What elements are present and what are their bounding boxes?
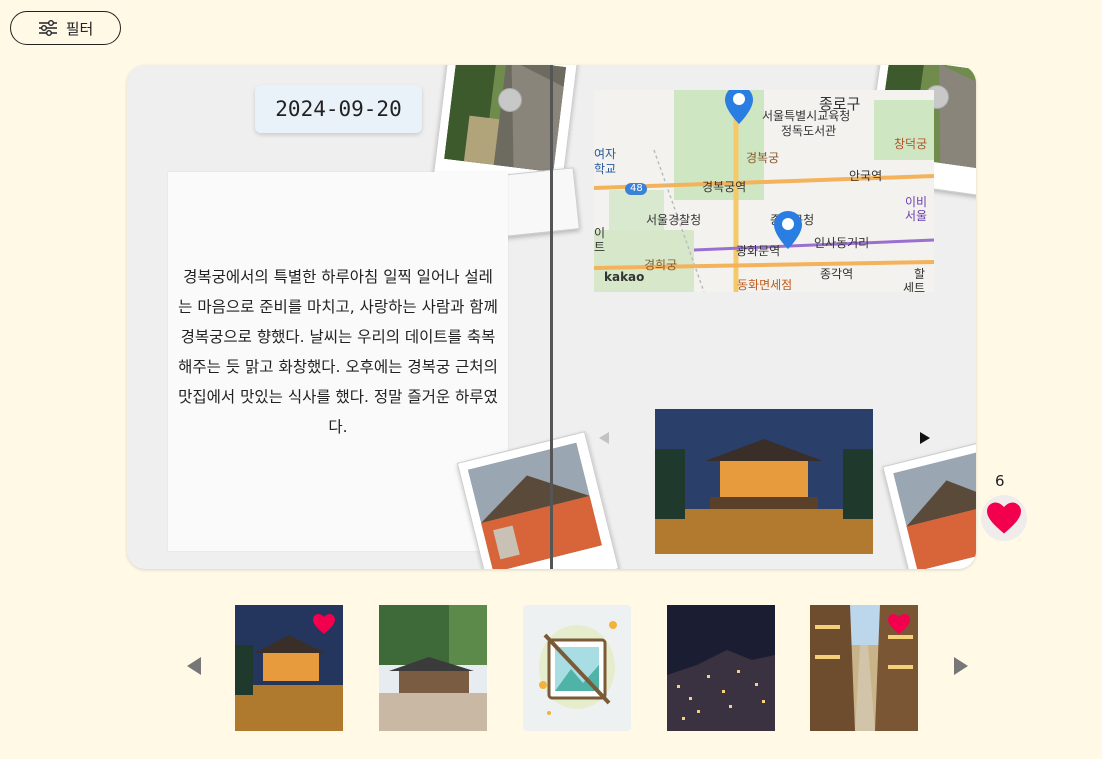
prev-photo-arrow-icon[interactable] [597, 430, 611, 446]
thumbnail-city-night[interactable] [667, 605, 775, 731]
next-photo-arrow-icon[interactable] [918, 430, 932, 446]
thumbnail-temple-day[interactable] [379, 605, 487, 731]
map-label: 학교 [594, 162, 617, 176]
heart-icon [888, 614, 910, 634]
sliders-icon [38, 20, 57, 36]
like-button[interactable] [981, 495, 1027, 541]
map-label: 인사동거리 [814, 236, 870, 250]
broken-image-icon [539, 621, 617, 715]
thumbnail-palace-night[interactable] [235, 605, 343, 731]
map-label: 안국역 [849, 169, 883, 183]
filter-button[interactable]: 필터 [10, 11, 121, 45]
gallery-prev-arrow-icon[interactable] [185, 655, 203, 677]
map-label: 동화면세점 [737, 278, 793, 292]
kakao-logo: kakao [604, 270, 645, 284]
map-label: 경희궁 [644, 258, 678, 272]
diary-date: 2024-09-20 [255, 85, 422, 133]
heart-icon [987, 502, 1021, 534]
map-label: 세트 [903, 281, 926, 292]
map-label: 트 [594, 240, 606, 254]
map-label: 종각역 [820, 267, 854, 281]
map-label: 경복궁 [746, 151, 780, 165]
book-spine [550, 65, 553, 569]
map-label: 창덕궁 [894, 137, 928, 151]
thumbnail-arcade-street[interactable] [810, 605, 918, 731]
map-label: 서울 [905, 209, 928, 223]
like-count: 6 [995, 472, 1005, 490]
diary-book: 2024-09-20 경복궁에서의 특별한 하루아침 일찍 일어나 설레는 마음… [127, 65, 976, 569]
main-photo [655, 409, 873, 554]
diary-note: 경복궁에서의 특별한 하루아침 일찍 일어나 설레는 마음으로 준비를 마치고,… [168, 172, 508, 551]
map-marker-icon [725, 90, 753, 124]
map-label: 경복궁역 [702, 180, 747, 194]
gallery-next-arrow-icon[interactable] [952, 655, 970, 677]
thumbnail-no-image[interactable] [523, 605, 631, 731]
location-map[interactable]: 48 종로구 서울특별시교육청 정독도서관 창덕궁 경복궁 여자 학교 안국역 … [594, 90, 934, 292]
filter-label: 필터 [65, 19, 94, 38]
map-label: 48 [630, 183, 643, 194]
pin-icon [498, 88, 522, 112]
map-label: 정독도서관 [781, 124, 837, 138]
diary-body: 경복궁에서의 특별한 하루아침 일찍 일어나 설레는 마음으로 준비를 마치고,… [178, 267, 498, 436]
map-marker-icon [774, 211, 802, 249]
heart-icon [313, 614, 335, 634]
map-label: 서울경찰청 [646, 213, 702, 227]
polaroid-bottom-right [882, 437, 976, 569]
